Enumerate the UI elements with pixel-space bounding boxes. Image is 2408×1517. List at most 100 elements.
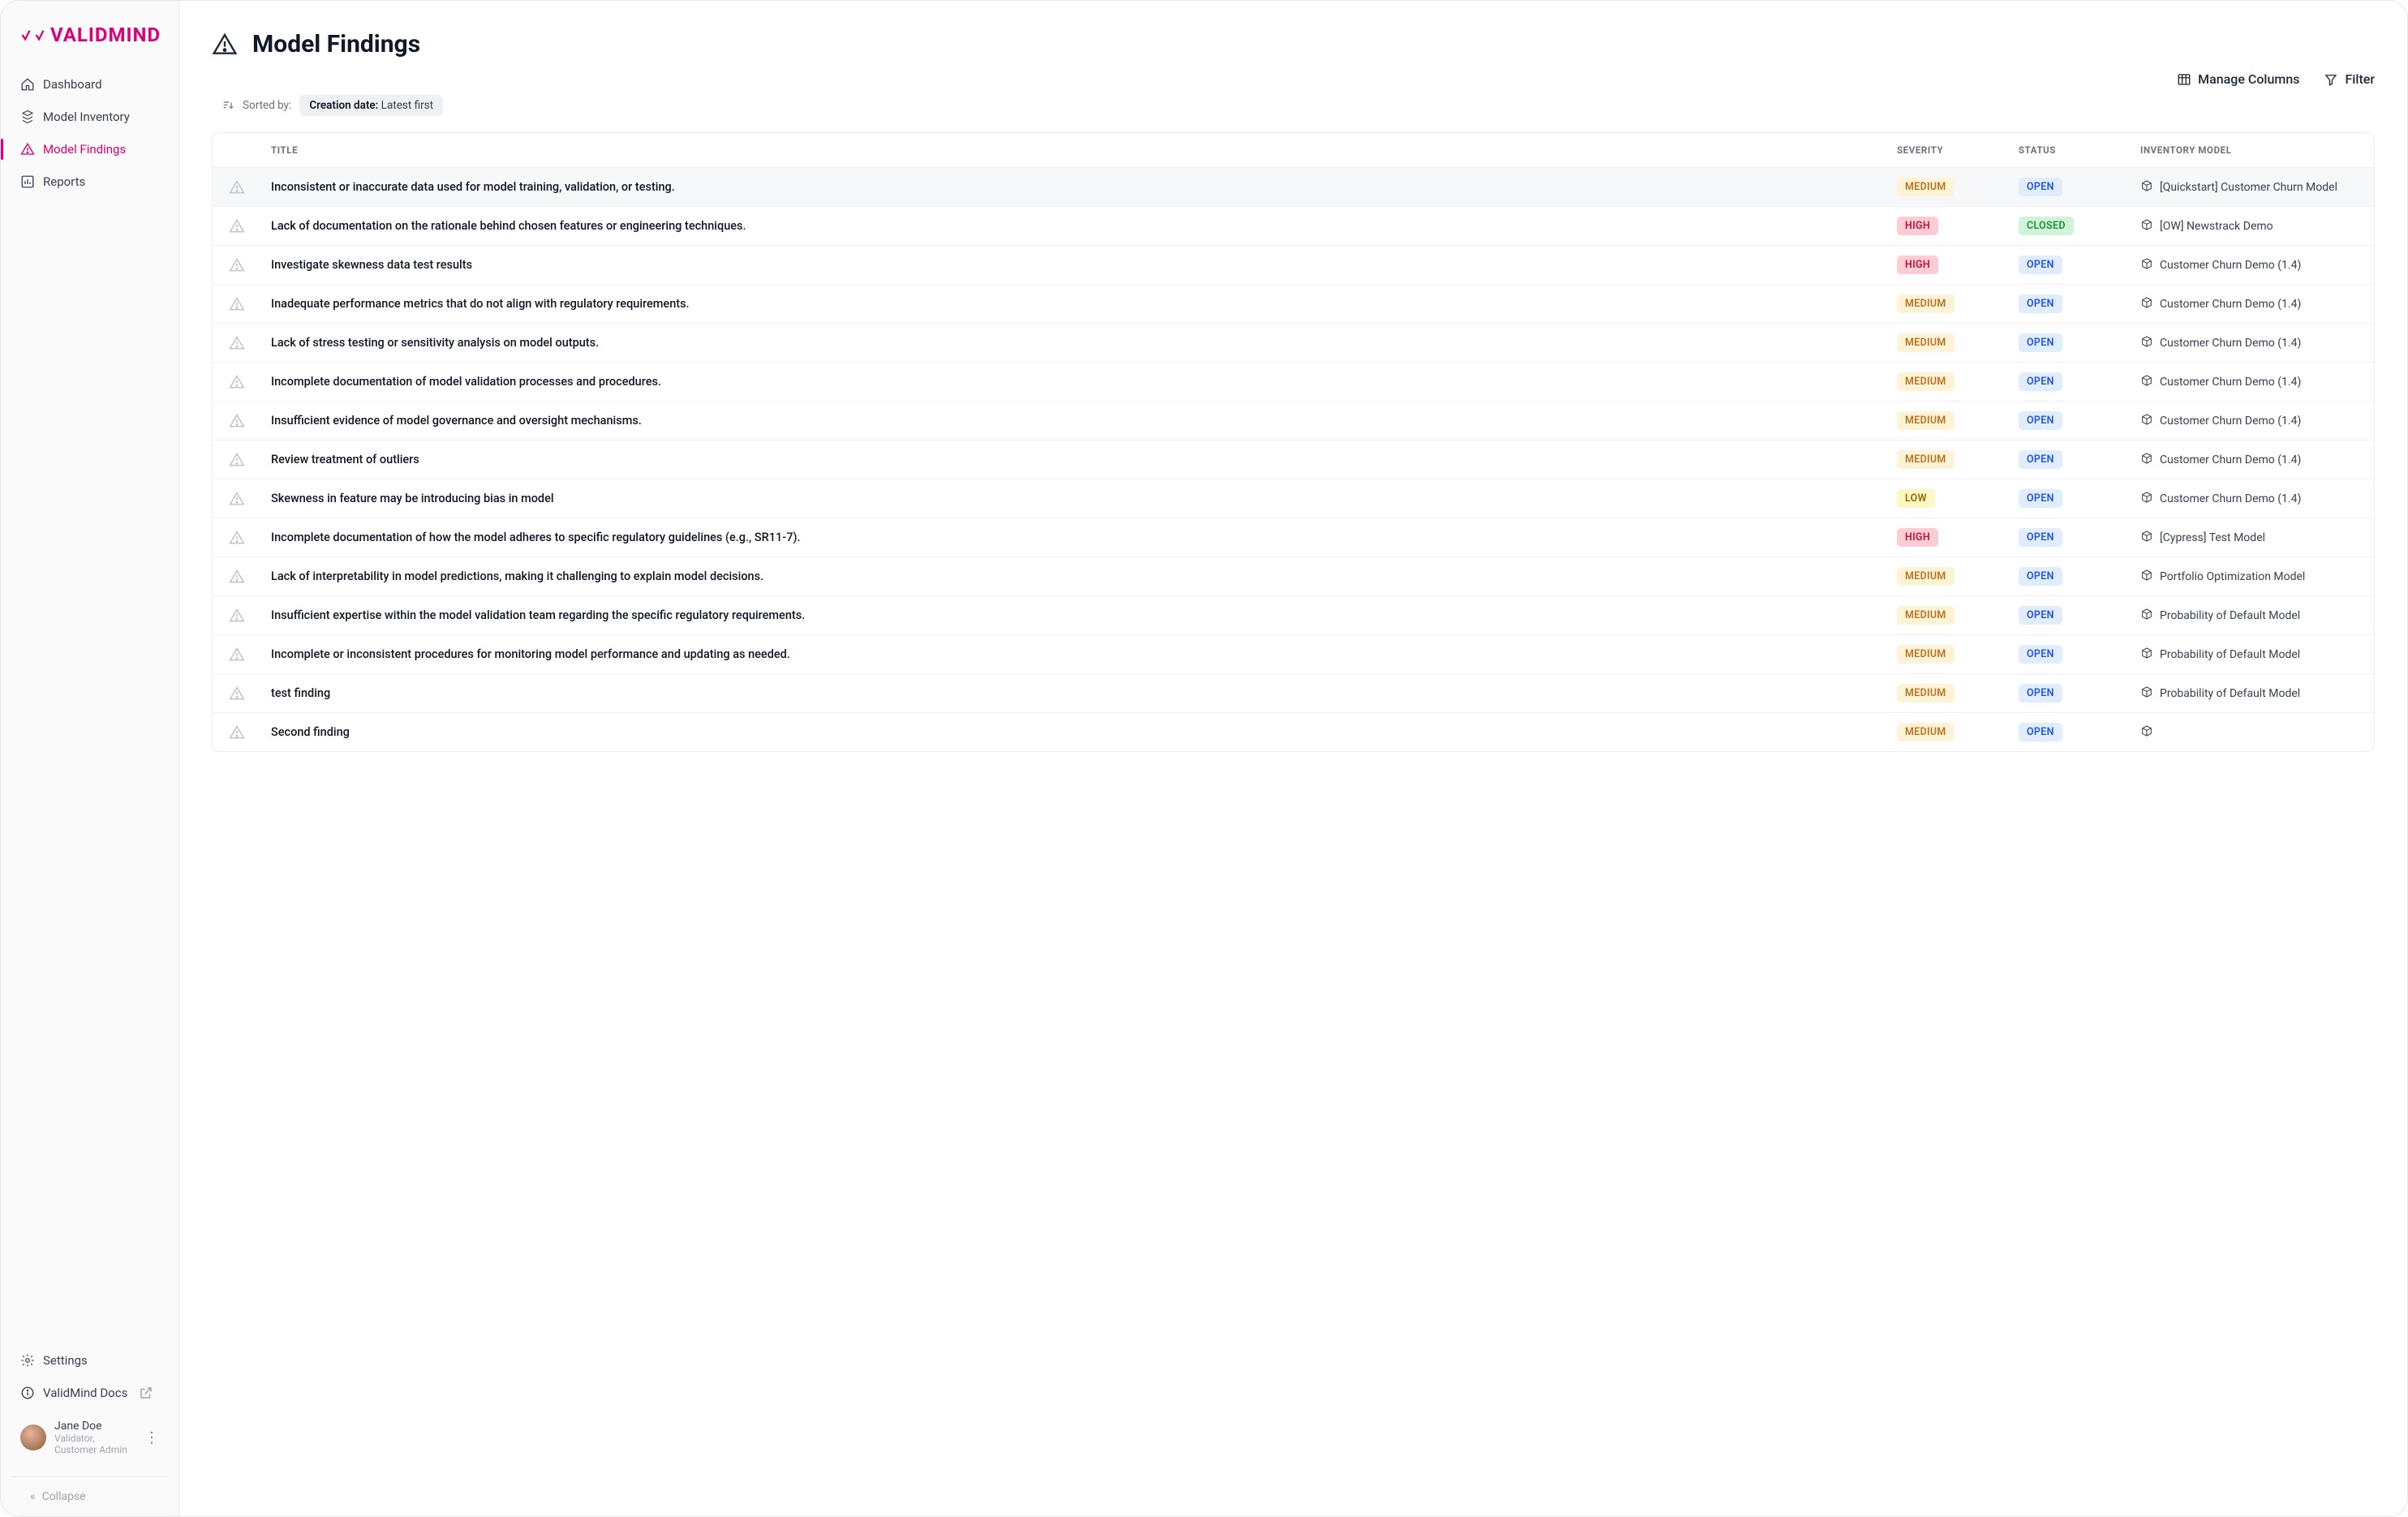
nav-model-findings[interactable]: Model Findings — [11, 134, 169, 165]
filter-button[interactable]: Filter — [2324, 71, 2375, 87]
cube-icon — [2140, 647, 2153, 663]
severity-cell: MEDIUM — [1887, 294, 2009, 313]
table-row[interactable]: Insufficient evidence of model governanc… — [213, 401, 2374, 440]
finding-title: Lack of stress testing or sensitivity an… — [261, 336, 1887, 350]
status-cell: CLOSED — [2009, 217, 2131, 235]
status-badge: OPEN — [2019, 372, 2062, 391]
nav-model-inventory[interactable]: Model Inventory — [11, 101, 169, 132]
inventory-model-cell[interactable]: Customer Churn Demo (1.4) — [2131, 296, 2374, 312]
severity-cell: MEDIUM — [1887, 684, 2009, 703]
status-cell: OPEN — [2009, 411, 2131, 430]
filter-icon — [2324, 72, 2338, 87]
col-status[interactable]: STATUS — [2009, 144, 2131, 156]
table-row[interactable]: Lack of interpretability in model predic… — [213, 557, 2374, 595]
inventory-model-cell[interactable] — [2131, 724, 2374, 741]
inventory-model-cell[interactable]: Probability of Default Model — [2131, 685, 2374, 702]
inventory-model-cell[interactable]: [Cypress] Test Model — [2131, 530, 2374, 546]
warning-triangle-icon — [213, 257, 261, 273]
table-row[interactable]: Incomplete documentation of model valida… — [213, 362, 2374, 401]
brand-logo[interactable]: VALIDMIND — [1, 24, 178, 69]
inventory-model-cell[interactable]: Portfolio Optimization Model — [2131, 569, 2374, 585]
sidebar-bottom: Settings ValidMind Docs Jane Doe Validat… — [1, 1345, 178, 1516]
status-cell: OPEN — [2009, 606, 2131, 625]
table-row[interactable]: test findingMEDIUMOPENProbability of Def… — [213, 673, 2374, 712]
sort-indicator[interactable]: Sorted by: Creation date: Latest first — [221, 95, 2375, 116]
model-name: Customer Churn Demo (1.4) — [2160, 337, 2301, 350]
table-row[interactable]: Investigate skewness data test resultsHI… — [213, 245, 2374, 284]
severity-badge: MEDIUM — [1897, 567, 1954, 586]
col-title[interactable]: TITLE — [261, 144, 1887, 156]
current-user[interactable]: Jane Doe Validator, Customer Admin ⋮ — [11, 1410, 169, 1465]
inventory-model-cell[interactable]: Customer Churn Demo (1.4) — [2131, 335, 2374, 351]
status-badge: OPEN — [2019, 528, 2062, 547]
inventory-model-cell[interactable]: Customer Churn Demo (1.4) — [2131, 257, 2374, 273]
warning-triangle-icon — [213, 335, 261, 351]
nav-settings[interactable]: Settings — [11, 1345, 169, 1376]
col-model[interactable]: INVENTORY MODEL — [2131, 144, 2374, 156]
col-severity[interactable]: SEVERITY — [1887, 144, 2009, 156]
button-label: Manage Columns — [2198, 71, 2299, 87]
severity-cell: LOW — [1887, 489, 2009, 508]
status-badge: OPEN — [2019, 489, 2062, 508]
table-row[interactable]: Incomplete documentation of how the mode… — [213, 518, 2374, 557]
model-name: Customer Churn Demo (1.4) — [2160, 376, 2301, 389]
collapse-sidebar-button[interactable]: « Collapse — [11, 1476, 169, 1516]
cube-icon — [2140, 452, 2153, 468]
inventory-model-cell[interactable]: [Quickstart] Customer Churn Model — [2131, 179, 2374, 196]
warning-triangle-icon — [213, 530, 261, 546]
table-row[interactable]: Review treatment of outliersMEDIUMOPENCu… — [213, 440, 2374, 479]
toolbar: Manage Columns Filter — [212, 71, 2375, 87]
inventory-model-cell[interactable]: Customer Churn Demo (1.4) — [2131, 491, 2374, 507]
cube-icon — [2140, 530, 2153, 546]
cube-icon — [2140, 608, 2153, 624]
table-row[interactable]: Skewness in feature may be introducing b… — [213, 479, 2374, 518]
inventory-model-cell[interactable]: [OW] Newstrack Demo — [2131, 218, 2374, 234]
table-row[interactable]: Inconsistent or inaccurate data used for… — [213, 167, 2374, 206]
collapse-label: Collapse — [42, 1490, 86, 1503]
status-cell: OPEN — [2009, 645, 2131, 664]
severity-badge: HIGH — [1897, 528, 1938, 547]
severity-cell: MEDIUM — [1887, 645, 2009, 664]
model-name: [Quickstart] Customer Churn Model — [2160, 181, 2337, 194]
severity-badge: MEDIUM — [1897, 411, 1954, 430]
sort-chip[interactable]: Creation date: Latest first — [299, 95, 443, 116]
status-cell: OPEN — [2009, 178, 2131, 196]
cube-icon — [2140, 218, 2153, 234]
nav-docs[interactable]: ValidMind Docs — [11, 1377, 169, 1408]
table-row[interactable]: Insufficient expertise within the model … — [213, 595, 2374, 634]
table-row[interactable]: Inadequate performance metrics that do n… — [213, 284, 2374, 323]
inventory-model-cell[interactable]: Customer Churn Demo (1.4) — [2131, 413, 2374, 429]
kebab-icon[interactable]: ⋮ — [144, 1429, 159, 1446]
status-cell: OPEN — [2009, 723, 2131, 741]
status-badge: OPEN — [2019, 567, 2062, 586]
nav-reports[interactable]: Reports — [11, 166, 169, 197]
severity-badge: MEDIUM — [1897, 723, 1954, 741]
warning-triangle-icon — [213, 413, 261, 429]
status-badge: OPEN — [2019, 333, 2062, 352]
warning-triangle-icon — [213, 608, 261, 624]
finding-title: test finding — [261, 686, 1887, 700]
finding-title: Incomplete or inconsistent procedures fo… — [261, 647, 1887, 661]
severity-badge: MEDIUM — [1897, 450, 1954, 469]
warning-triangle-icon — [213, 452, 261, 468]
inventory-model-cell[interactable]: Probability of Default Model — [2131, 608, 2374, 624]
status-badge: OPEN — [2019, 606, 2062, 625]
external-link-icon — [139, 1386, 153, 1400]
manage-columns-button[interactable]: Manage Columns — [2177, 71, 2299, 87]
severity-cell: MEDIUM — [1887, 723, 2009, 741]
status-cell: OPEN — [2009, 450, 2131, 469]
table-row[interactable]: Lack of documentation on the rationale b… — [213, 206, 2374, 245]
nav-dashboard[interactable]: Dashboard — [11, 69, 169, 100]
table-row[interactable]: Lack of stress testing or sensitivity an… — [213, 323, 2374, 362]
inventory-model-cell[interactable]: Probability of Default Model — [2131, 647, 2374, 663]
inventory-model-cell[interactable]: Customer Churn Demo (1.4) — [2131, 374, 2374, 390]
table-row[interactable]: Incomplete or inconsistent procedures fo… — [213, 634, 2374, 673]
inventory-model-cell[interactable]: Customer Churn Demo (1.4) — [2131, 452, 2374, 468]
info-icon — [20, 1386, 35, 1400]
cube-icon — [2140, 491, 2153, 507]
table-row[interactable]: Second findingMEDIUMOPEN — [213, 712, 2374, 751]
finding-title: Inadequate performance metrics that do n… — [261, 297, 1887, 311]
severity-cell: HIGH — [1887, 528, 2009, 547]
nav-label: Model Inventory — [43, 110, 130, 124]
status-cell: OPEN — [2009, 489, 2131, 508]
